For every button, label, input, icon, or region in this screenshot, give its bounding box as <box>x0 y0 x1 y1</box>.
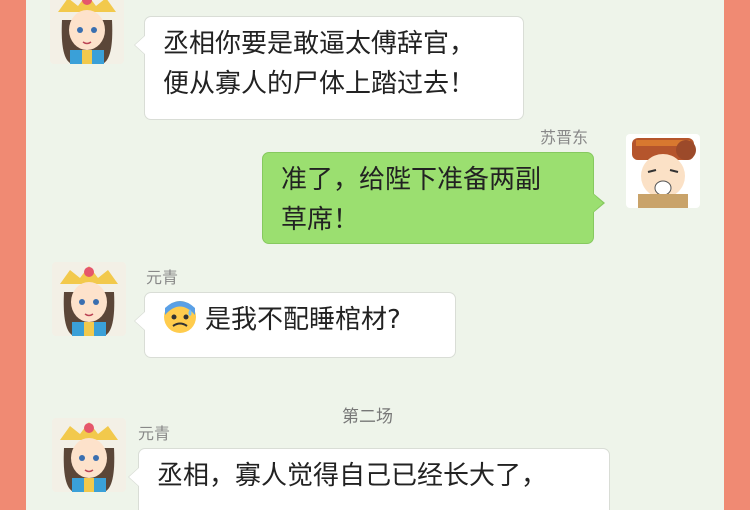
message-text: 准了，给陛下准备两副 <box>281 165 542 195</box>
message-text: 丞相你要是敢逼太傅辞官， <box>163 29 476 59</box>
avatar-yuanqing[interactable] <box>50 0 124 64</box>
message-text: 便从寡人的尸体上踏过去！ <box>163 69 476 99</box>
anxious-sweat-face-icon <box>163 300 197 334</box>
sender-name: 苏晋东 <box>540 128 589 147</box>
message-bubble[interactable]: 丞相，寡人觉得自己已经长大了， <box>128 448 610 510</box>
scene-divider: 第二场 <box>342 407 393 427</box>
sender-name: 元青 <box>156 0 188 2</box>
avatar-sujindong[interactable] <box>626 134 700 208</box>
message-text: 丞相，寡人觉得自己已经长大了， <box>157 461 548 491</box>
chat-panel: 元青 丞相你要是敢逼太傅辞官， 便从寡人的尸体上踏过去！ 苏晋东 准了，给陛下准… <box>26 0 724 510</box>
sender-name: 元青 <box>138 424 171 443</box>
message-bubble[interactable]: 丞相你要是敢逼太傅辞官， 便从寡人的尸体上踏过去！ <box>134 16 524 120</box>
sender-name: 元青 <box>146 268 179 287</box>
message-text: 是我不配睡棺材? <box>205 305 401 335</box>
avatar-yuanqing[interactable] <box>52 262 126 336</box>
message-bubble[interactable]: 是我不配睡棺材? <box>134 292 456 358</box>
message-text: 草席！ <box>281 205 360 235</box>
avatar-yuanqing[interactable] <box>52 418 126 492</box>
message-bubble[interactable]: 准了，给陛下准备两副 草席！ <box>262 152 605 244</box>
